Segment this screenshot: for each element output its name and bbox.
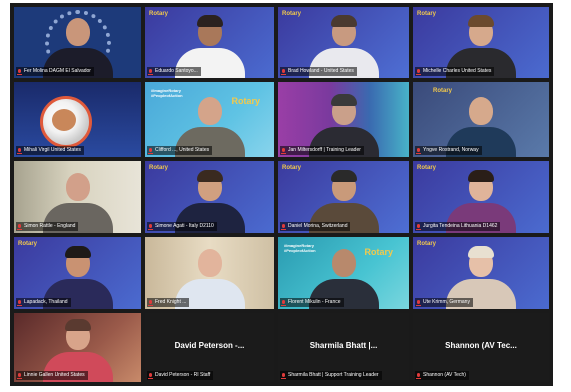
mic-muted-icon bbox=[148, 223, 153, 230]
participant-display-name: David Peterson -... bbox=[174, 341, 245, 350]
mic-muted-icon bbox=[416, 147, 421, 154]
rotary-logo: Rotary bbox=[282, 11, 302, 17]
mic-muted-icon bbox=[148, 372, 153, 379]
participant-nameplate: Jurgita Tendeina Lithuania D1462 bbox=[415, 222, 501, 231]
participant-nameplate: Brad Howland - United States bbox=[280, 67, 357, 76]
participant-nameplate: Linnie Gallen United States bbox=[16, 371, 88, 380]
participant-tile[interactable]: Rotary Brad Howland - United States bbox=[278, 7, 409, 78]
participant-nameplate: Fred Knight ... bbox=[147, 298, 190, 307]
mic-muted-icon bbox=[148, 68, 153, 75]
active-speaker-tile[interactable]: Jan Miltersdorff | Training Leader bbox=[278, 82, 409, 157]
mic-muted-icon bbox=[281, 68, 286, 75]
participant-nameplate: David Peterson - RI Staff bbox=[147, 371, 214, 380]
participant-tile[interactable]: Linnie Gallen United States bbox=[14, 313, 141, 382]
participant-tile[interactable]: Rotary Michelle Charles United States bbox=[413, 7, 549, 78]
participant-nameplate: Michelle Charles United States bbox=[415, 67, 495, 76]
participant-nameplate: Daniel Morina, Switzerland bbox=[280, 222, 351, 231]
participant-nameplate: Eduardo Santoyo... bbox=[147, 67, 201, 76]
participant-tile[interactable]: #ImagineRotary #PeopleofAction Rotary Fl… bbox=[278, 237, 409, 309]
mic-muted-icon bbox=[416, 299, 421, 306]
mic-muted-icon bbox=[17, 299, 22, 306]
participant-nameplate: Sharmila Bhatt | Support Training Leader bbox=[280, 371, 382, 380]
participant-nameplate: Jan Miltersdorff | Training Leader bbox=[280, 146, 364, 155]
participant-tile[interactable]: Simon Rattle - England bbox=[14, 161, 141, 233]
participant-tile[interactable]: Rotary Simone Agati - Italy D2110 bbox=[145, 161, 274, 233]
mic-muted-icon bbox=[17, 147, 22, 154]
participant-nameplate: Ute Krimm, Germany bbox=[415, 298, 473, 307]
rotary-logo: Rotary bbox=[149, 165, 169, 171]
mic-muted-icon bbox=[416, 372, 421, 379]
rotary-logo: Rotary bbox=[149, 11, 169, 17]
participant-display-name: Shannon (AV Tec... bbox=[445, 341, 517, 350]
rotary-logo: Rotary bbox=[417, 165, 437, 171]
participant-tile[interactable]: Rotary Daniel Morina, Switzerland bbox=[278, 161, 409, 233]
mic-muted-icon bbox=[416, 68, 421, 75]
participant-tile-camera-off[interactable]: David Peterson -... David Peterson - RI … bbox=[145, 313, 274, 382]
mic-muted-icon bbox=[148, 299, 153, 306]
participant-nameplate: Simone Agati - Italy D2110 bbox=[147, 222, 217, 231]
participant-tile[interactable]: Rotary Eduardo Santoyo... bbox=[145, 7, 274, 78]
video-gallery: Fer Molina DAGM El Salvador Rotary Eduar… bbox=[10, 3, 553, 386]
mic-muted-icon bbox=[281, 299, 286, 306]
participant-nameplate: Florent Mikulin - France bbox=[280, 298, 344, 307]
participant-nameplate: Lapadack, Thailand bbox=[16, 298, 71, 307]
rotary-logo: Rotary bbox=[417, 11, 437, 17]
mic-muted-icon bbox=[281, 147, 286, 154]
participant-tile[interactable]: Rotary #ImagineRotary #PeopleofAction Cl… bbox=[145, 82, 274, 157]
participant-tile[interactable]: Mihali Virgil United States bbox=[14, 82, 141, 157]
rotary-logo: Rotary bbox=[417, 241, 437, 247]
mic-muted-icon bbox=[17, 223, 22, 230]
rotary-logo: Rotary bbox=[18, 241, 38, 247]
participant-nameplate: Yngve Rostrand, Norway bbox=[415, 146, 482, 155]
participant-nameplate: Clifford ..., United States bbox=[147, 146, 213, 155]
mic-muted-icon bbox=[17, 372, 22, 379]
participant-tile[interactable]: Rotary Yngve Rostrand, Norway bbox=[413, 82, 549, 157]
astronaut-helmet bbox=[40, 96, 92, 148]
participant-nameplate: Mihali Virgil United States bbox=[16, 146, 84, 155]
participant-nameplate: Fer Molina DAGM El Salvador bbox=[16, 67, 94, 76]
participant-tile[interactable]: Fred Knight ... bbox=[145, 237, 274, 309]
participant-tile-camera-off[interactable]: Shannon (AV Tec... Shannon (AV Tech) bbox=[413, 313, 549, 382]
participant-tile[interactable]: Rotary Ute Krimm, Germany bbox=[413, 237, 549, 309]
participant-tile-camera-off[interactable]: Sharmila Bhatt |... Sharmila Bhatt | Sup… bbox=[278, 313, 409, 382]
participant-tile[interactable]: Fer Molina DAGM El Salvador bbox=[14, 7, 141, 78]
dog-avatar bbox=[52, 109, 76, 131]
participant-tile[interactable]: Rotary Jurgita Tendeina Lithuania D1462 bbox=[413, 161, 549, 233]
mic-muted-icon bbox=[416, 223, 421, 230]
participant-display-name: Sharmila Bhatt |... bbox=[309, 341, 378, 350]
mic-muted-icon bbox=[281, 223, 286, 230]
participant-tile[interactable]: Rotary Lapadack, Thailand bbox=[14, 237, 141, 309]
participant-nameplate: Simon Rattle - England bbox=[16, 222, 79, 231]
mic-muted-icon bbox=[17, 68, 22, 75]
mic-muted-icon bbox=[148, 147, 153, 154]
participant-nameplate: Shannon (AV Tech) bbox=[415, 371, 469, 380]
rotary-logo: Rotary bbox=[282, 165, 302, 171]
mic-muted-icon bbox=[281, 372, 286, 379]
